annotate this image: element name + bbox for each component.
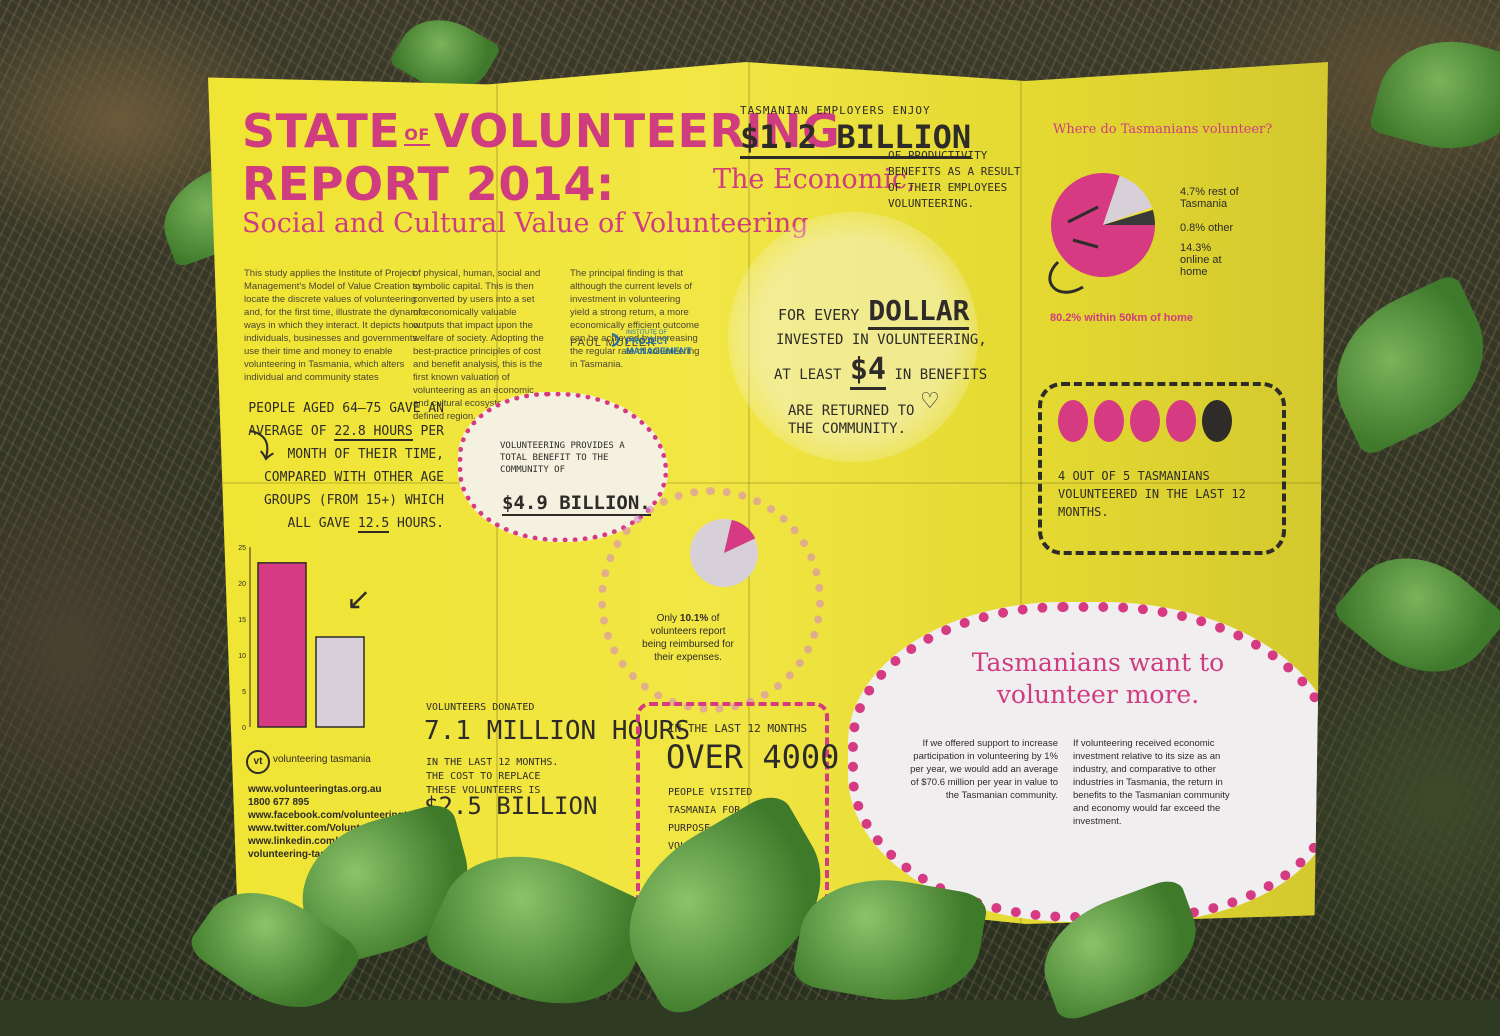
dot-pink-1 <box>1058 400 1088 442</box>
bar-tick-label: 15 <box>238 617 246 624</box>
want-paragraph-2: If volunteering received economic invest… <box>1073 738 1230 827</box>
bar-tick-label: 5 <box>242 689 246 696</box>
pie-label-within: 80.2% within 50km of home <box>1050 312 1194 324</box>
employers-intro: TASMANIAN EMPLOYERS ENJOY <box>740 104 931 117</box>
want-title: Tasmanians want to volunteer more. <box>971 648 1225 709</box>
dollar-word: DOLLAR <box>868 294 970 330</box>
age-text: PEOPLE AGED 64–75 GAVE AN AVERAGE OF 22.… <box>248 401 444 533</box>
institute-line3: MANAGEMENT <box>626 346 692 356</box>
bar-tick-label: 20 <box>238 581 246 588</box>
reimbursed-pie <box>690 519 758 587</box>
report-subtitle-b: Social and Cultural Value of Volunteerin… <box>242 208 809 239</box>
dollar-line1: FOR EVERY DOLLAR <box>778 294 970 330</box>
dot-black-5 <box>1202 400 1232 442</box>
four-dollars: $4 <box>849 352 886 390</box>
url-phone[interactable]: 1800 677 895 <box>248 797 309 808</box>
bar-arrow-icon: ↙ <box>346 583 372 616</box>
url-website[interactable]: www.volunteeringtas.org.au <box>248 784 382 795</box>
volunteering-poster: STATE OFVOLUNTEERING REPORT 2014: The Eco… <box>208 62 1328 924</box>
bar-2 <box>315 636 365 728</box>
bar-tick-label: 25 <box>238 545 246 552</box>
visited-intro: IN THE LAST 12 MONTHS <box>668 722 808 735</box>
institute-line2: PROJECT <box>626 336 669 346</box>
institute-logo-icon <box>611 333 620 347</box>
vt-logo: vt <box>246 750 270 774</box>
dot-pink-4 <box>1166 400 1196 442</box>
employers-benefits: OF PRODUCTIVITY BENEFITS AS A RESULT OF … <box>888 149 1021 210</box>
dot-pink-3 <box>1130 400 1160 442</box>
where-title: Where do Tasmanians volunteer? <box>1053 122 1273 137</box>
reimbursed-text: Only 10.1% of volunteers report being re… <box>642 613 734 663</box>
visited-count: OVER 4000 <box>666 738 840 776</box>
dollar-line3: AT LEAST $4 IN BENEFITS <box>774 352 987 390</box>
age-bar-chart: 25 20 15 10 5 0 <box>238 545 365 732</box>
heart-icon: ♡ <box>920 388 940 413</box>
bar-1 <box>257 562 307 728</box>
dollar-line4: ARE RETURNED TO THE COMMUNITY. <box>788 403 915 437</box>
report-subtitle-a: The Economic, <box>713 164 916 195</box>
four-of-five-text: 4 OUT OF 5 TASMANIANS VOLUNTEERED IN THE… <box>1058 469 1246 519</box>
bar-tick-label: 0 <box>242 725 246 732</box>
pie-label-rest: 4.7% rest of Tasmania <box>1180 186 1239 210</box>
bar-tick-label: 10 <box>238 653 246 660</box>
intro-paragraph-1: This study applies the Institute of Proj… <box>244 268 426 383</box>
dot-pink-2 <box>1094 400 1124 442</box>
pie-label-other: 0.8% other <box>1180 222 1234 234</box>
dollar-line2: INVESTED IN VOLUNTEERING, <box>776 332 987 348</box>
vt-logo-name: volunteering tasmania <box>273 754 371 765</box>
institute-logo: INSTITUTE OF PROJECT MANAGEMENT <box>611 330 706 356</box>
report-title-line2: REPORT 2014: <box>242 157 615 211</box>
donated-intro: VOLUNTEERS DONATED <box>426 702 535 713</box>
want-paragraph-1: If we offered support to increase partic… <box>910 738 1058 801</box>
total-benefit-amount: $4.9 BILLION. <box>502 492 651 516</box>
total-benefit-text: VOLUNTEERING PROVIDES A TOTAL BENEFIT TO… <box>500 441 625 475</box>
pie-label-online: 14.3% online at home <box>1180 242 1222 278</box>
pie-arrows <box>1048 205 1099 294</box>
